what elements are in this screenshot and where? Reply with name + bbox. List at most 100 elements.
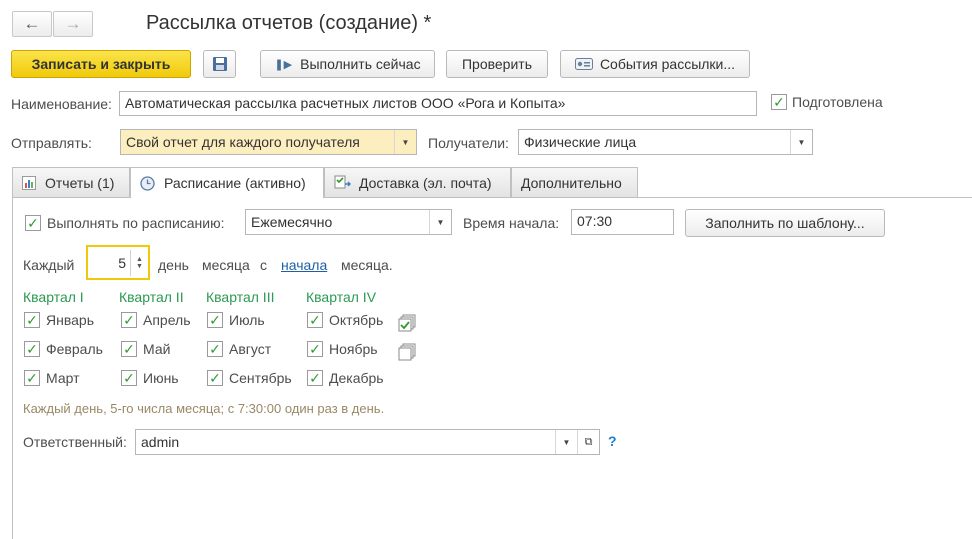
month-checkbox[interactable]: ✓ xyxy=(121,341,137,357)
save-button[interactable] xyxy=(203,50,236,78)
delivery-icon xyxy=(334,175,351,189)
month-checkbox[interactable]: ✓ xyxy=(207,370,223,386)
month-checkbox[interactable]: ✓ xyxy=(307,370,323,386)
send-mode-value: Свой отчет для каждого получателя xyxy=(126,134,360,150)
name-input[interactable]: Автоматическая рассылка расчетных листов… xyxy=(119,91,757,116)
month-label: Октябрь xyxy=(329,312,384,328)
month-text: месяца xyxy=(202,257,250,273)
responsible-select[interactable]: admin ▼ ⧉ xyxy=(135,429,600,455)
month-april[interactable]: ✓ Апрель xyxy=(121,312,191,328)
stepper-arrows[interactable]: ▲ ▼ xyxy=(130,249,148,276)
start-time-input[interactable]: 07:30 xyxy=(571,209,674,235)
tab-delivery[interactable]: Доставка (эл. почта) xyxy=(324,167,511,197)
tab-delivery-label: Доставка (эл. почта) xyxy=(359,174,492,191)
quarter-2-title: Квартал II xyxy=(119,289,184,305)
month-checkbox[interactable]: ✓ xyxy=(121,312,137,328)
month-checkbox[interactable]: ✓ xyxy=(24,370,40,386)
events-button[interactable]: События рассылки... xyxy=(560,50,750,78)
month-may[interactable]: ✓ Май xyxy=(121,341,170,357)
month-label: Май xyxy=(143,341,171,357)
recipients-label: Получатели: xyxy=(428,135,509,151)
month-july[interactable]: ✓ Июль xyxy=(207,312,265,328)
month-checkbox[interactable]: ✓ xyxy=(207,312,223,328)
month-november[interactable]: ✓ Ноябрь xyxy=(307,341,378,357)
month-checkbox[interactable]: ✓ xyxy=(307,312,323,328)
month-label: Ноябрь xyxy=(329,341,378,357)
month-label: Август xyxy=(229,341,272,357)
month-text-2: месяца. xyxy=(341,257,393,273)
month-label: Сентябрь xyxy=(229,370,292,386)
quarter-1-title: Квартал I xyxy=(23,289,84,305)
month-january[interactable]: ✓ Январь xyxy=(24,312,94,328)
run-by-schedule-group: ✓ Выполнять по расписанию: xyxy=(25,215,225,231)
month-label: Февраль xyxy=(46,341,103,357)
open-icon[interactable]: ⧉ xyxy=(577,430,599,454)
forward-button[interactable]: → xyxy=(53,11,93,37)
fill-by-template-button[interactable]: Заполнить по шаблону... xyxy=(685,209,885,237)
run-by-schedule-checkbox[interactable]: ✓ xyxy=(25,215,41,231)
month-checkbox[interactable]: ✓ xyxy=(307,341,323,357)
run-by-schedule-label: Выполнять по расписанию: xyxy=(47,215,225,231)
stepper-up-icon[interactable]: ▲ xyxy=(136,256,143,263)
check-button[interactable]: Проверить xyxy=(446,50,548,78)
arrow-right-icon: → xyxy=(64,14,82,33)
recipients-select[interactable]: Физические лица ▼ xyxy=(518,129,813,155)
month-october[interactable]: ✓ Октябрь xyxy=(307,312,383,328)
month-checkbox[interactable]: ✓ xyxy=(121,370,137,386)
send-mode-select[interactable]: Свой отчет для каждого получателя ▼ xyxy=(120,129,417,155)
month-label: Июнь xyxy=(143,370,179,386)
month-december[interactable]: ✓ Декабрь xyxy=(307,370,384,386)
month-checkbox[interactable]: ✓ xyxy=(207,341,223,357)
schedule-summary: Каждый день, 5-го числа месяца; с 7:30:0… xyxy=(23,401,385,416)
tab-reports[interactable]: Отчеты (1) xyxy=(12,167,130,197)
responsible-value: admin xyxy=(141,434,180,450)
help-icon[interactable]: ? xyxy=(608,433,617,449)
from-text: с xyxy=(260,257,267,273)
quarter-4-title: Квартал IV xyxy=(306,289,377,305)
tab-schedule-label: Расписание (активно) xyxy=(164,175,306,191)
month-label: Март xyxy=(46,370,80,386)
quarter-3-title: Квартал III xyxy=(206,289,275,305)
period-select[interactable]: Ежемесячно ▼ xyxy=(245,209,452,235)
month-june[interactable]: ✓ Июнь xyxy=(121,370,179,386)
chevron-down-icon[interactable]: ▼ xyxy=(790,130,812,154)
prepared-checkbox[interactable]: ✓ xyxy=(771,94,787,110)
prepared-label: Подготовлена xyxy=(792,94,883,110)
start-of-month-link[interactable]: начала xyxy=(281,257,327,273)
page-title: Рассылка отчетов (создание) * xyxy=(146,12,432,34)
tab-reports-label: Отчеты (1) xyxy=(45,174,115,191)
clear-all-months-button[interactable] xyxy=(398,343,416,364)
recipients-value: Физические лица xyxy=(524,134,637,150)
day-text: день xyxy=(158,257,189,273)
month-august[interactable]: ✓ Август xyxy=(207,341,271,357)
events-label: События рассылки... xyxy=(599,56,736,72)
run-now-button[interactable]: ❚▶ Выполнить сейчас xyxy=(260,50,435,78)
chevron-down-icon[interactable]: ▼ xyxy=(429,210,451,234)
select-all-months-button[interactable] xyxy=(398,314,416,335)
stepper-down-icon[interactable]: ▼ xyxy=(136,263,143,270)
save-and-close-button[interactable]: Записать и закрыть xyxy=(11,50,191,78)
month-label: Июль xyxy=(229,312,265,328)
select-all-icon xyxy=(398,314,416,332)
tab-additional[interactable]: Дополнительно xyxy=(511,167,638,197)
month-label: Декабрь xyxy=(329,370,384,386)
responsible-label: Ответственный: xyxy=(23,434,127,450)
report-chart-icon xyxy=(22,175,36,190)
month-march[interactable]: ✓ Март xyxy=(24,370,80,386)
chevron-down-icon[interactable]: ▼ xyxy=(394,130,416,154)
day-stepper[interactable]: 5 ▲ ▼ xyxy=(86,245,150,280)
chevron-down-icon[interactable]: ▼ xyxy=(555,430,577,454)
month-label: Апрель xyxy=(143,312,191,328)
back-button[interactable]: ← xyxy=(12,11,52,37)
each-label: Каждый xyxy=(23,257,75,273)
floppy-disk-icon xyxy=(212,57,227,71)
month-september[interactable]: ✓ Сентябрь xyxy=(207,370,292,386)
day-value[interactable]: 5 xyxy=(88,255,130,271)
start-time-label: Время начала: xyxy=(463,215,560,231)
arrow-left-icon: ← xyxy=(23,14,41,33)
tab-schedule[interactable]: Расписание (активно) xyxy=(130,167,324,198)
month-checkbox[interactable]: ✓ xyxy=(24,312,40,328)
month-february[interactable]: ✓ Февраль xyxy=(24,341,103,357)
schedule-panel xyxy=(12,197,972,539)
month-checkbox[interactable]: ✓ xyxy=(24,341,40,357)
